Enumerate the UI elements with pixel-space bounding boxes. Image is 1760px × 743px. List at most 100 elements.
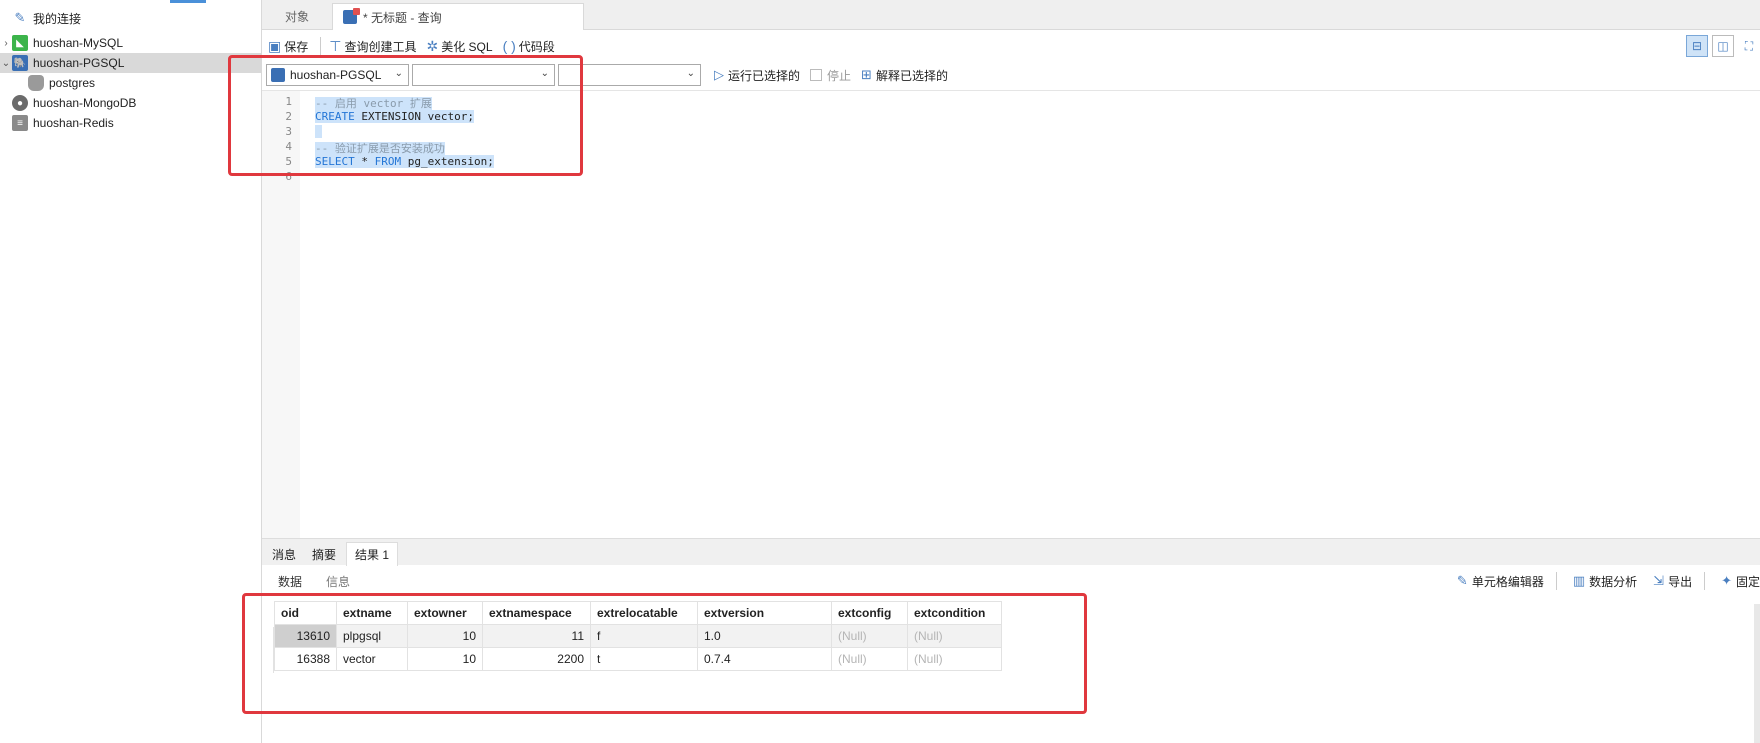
table-cell[interactable]: 2200 bbox=[482, 647, 591, 671]
sidebar-item-label: huoshan-Redis bbox=[33, 116, 114, 130]
column-header-oid[interactable]: oid bbox=[274, 601, 337, 625]
tab-bar: 对象 * 无标题 - 查询 bbox=[262, 0, 1760, 30]
subtab-info[interactable]: 信息 bbox=[326, 573, 350, 590]
export-button[interactable]: ⇲ 导出 bbox=[1653, 573, 1692, 590]
beautify-sql-button[interactable]: ✲ 美化 SQL bbox=[426, 38, 492, 55]
grid-scrollbar[interactable] bbox=[1754, 604, 1760, 743]
analysis-icon: ▥ bbox=[1572, 573, 1586, 588]
column-header-extversion[interactable]: extversion bbox=[697, 601, 832, 625]
sql-text: EXTENSION vector; bbox=[354, 110, 474, 123]
code-line[interactable]: -- 验证扩展是否安装成功 bbox=[315, 140, 445, 156]
table-cell[interactable]: 13610 bbox=[274, 624, 337, 648]
column-header-extcondition[interactable]: extcondition bbox=[907, 601, 1002, 625]
stop-button[interactable]: 停止 bbox=[810, 67, 851, 84]
subtab-data[interactable]: 数据 bbox=[278, 573, 302, 590]
run-selected-button[interactable]: ▷ 运行已选择的 bbox=[714, 67, 800, 84]
connections-root[interactable]: ✎ 我的连接 bbox=[0, 8, 262, 28]
query-builder-icon: ⊤ bbox=[329, 37, 342, 54]
table-row[interactable]: 16388 vector 10 2200 t 0.7.4 (Null) (Null) bbox=[274, 647, 1002, 671]
split-vertical-icon[interactable]: ◫ bbox=[1712, 35, 1734, 57]
data-analysis-button[interactable]: ▥ 数据分析 bbox=[1573, 573, 1637, 590]
tab-objects-label: 对象 bbox=[284, 10, 309, 24]
connections-root-label: 我的连接 bbox=[33, 11, 82, 26]
sidebar-scroll-indicator bbox=[170, 0, 206, 3]
code-line[interactable]: SELECT * FROM pg_extension; bbox=[315, 155, 494, 168]
fullscreen-icon[interactable]: ⛶ bbox=[1738, 35, 1760, 57]
column-header-extnamespace[interactable]: extnamespace bbox=[482, 601, 591, 625]
table-cell[interactable]: 11 bbox=[482, 624, 591, 648]
column-header-extconfig[interactable]: extconfig bbox=[831, 601, 908, 625]
sidebar-item-mongodb[interactable]: ● huoshan-MongoDB bbox=[0, 93, 262, 113]
table-cell[interactable]: (Null) bbox=[907, 647, 1002, 671]
table-cell[interactable]: f bbox=[590, 624, 698, 648]
table-cell[interactable]: t bbox=[590, 647, 698, 671]
code-line[interactable] bbox=[315, 125, 322, 138]
plug-icon: ✎ bbox=[14, 10, 26, 25]
pin-button[interactable]: ✦ 固定 bbox=[1721, 573, 1760, 590]
column-header-extname[interactable]: extname bbox=[336, 601, 408, 625]
column-header-extrelocatable[interactable]: extrelocatable bbox=[590, 601, 698, 625]
tab-untitled-query[interactable]: * 无标题 - 查询 bbox=[332, 3, 584, 30]
tab-summary[interactable]: 摘要 bbox=[304, 542, 344, 566]
row-marker[interactable] bbox=[262, 650, 274, 673]
sidebar-item-pgsql[interactable]: ⌄ 🐘 huoshan-PGSQL bbox=[0, 53, 262, 73]
sql-keyword: CREATE bbox=[315, 110, 355, 123]
pin-icon: ✦ bbox=[1721, 573, 1732, 588]
tab-messages[interactable]: 消息 bbox=[264, 542, 304, 566]
save-button[interactable]: ▣ 保存 bbox=[268, 38, 308, 55]
tab-objects[interactable]: 对象 bbox=[262, 3, 332, 30]
connection-sidebar: ✎ 我的连接 › ◣ huoshan-MySQL ⌄ 🐘 huoshan-PGS… bbox=[0, 0, 262, 743]
query-workspace: 对象 * 无标题 - 查询 ▣ 保存 ⊤ 查询创建工具 ✲ 美化 SQL ( )… bbox=[228, 0, 1760, 743]
sidebar-item-redis[interactable]: ≡ huoshan-Redis bbox=[0, 113, 262, 133]
database-select[interactable]: ⌄ bbox=[412, 64, 555, 86]
parentheses-icon: ( ) bbox=[502, 38, 516, 54]
chevron-down-icon[interactable]: ⌄ bbox=[0, 58, 12, 69]
layout-switcher: ⊟ ◫ ⛶ bbox=[1686, 35, 1760, 57]
code-line[interactable]: -- 启用 vector 扩展 bbox=[315, 95, 432, 111]
result-tabs: 消息 摘要 结果 1 bbox=[262, 538, 1760, 566]
table-cell[interactable]: 10 bbox=[407, 647, 483, 671]
table-cell[interactable]: 1.0 bbox=[697, 624, 832, 648]
chevron-down-icon: ⌄ bbox=[394, 68, 403, 79]
column-header-extowner[interactable]: extowner bbox=[407, 601, 483, 625]
split-horizontal-icon[interactable]: ⊟ bbox=[1686, 35, 1708, 57]
schema-select[interactable]: ⌄ bbox=[558, 64, 701, 86]
code-line[interactable]: CREATE EXTENSION vector; bbox=[315, 110, 474, 123]
sidebar-item-mysql[interactable]: › ◣ huoshan-MySQL bbox=[0, 33, 262, 53]
table-cell[interactable]: (Null) bbox=[831, 647, 908, 671]
query-builder-button[interactable]: ⊤ 查询创建工具 bbox=[329, 38, 416, 55]
sidebar-item-label: huoshan-MongoDB bbox=[33, 96, 137, 110]
sidebar-item-label: huoshan-PGSQL bbox=[33, 56, 125, 70]
table-cell[interactable]: (Null) bbox=[907, 624, 1002, 648]
table-cell[interactable]: 0.7.4 bbox=[697, 647, 832, 671]
table-cell[interactable]: plpgsql bbox=[336, 624, 408, 648]
save-icon: ▣ bbox=[268, 37, 282, 54]
chevron-right-icon[interactable]: › bbox=[0, 38, 12, 49]
sql-editor[interactable]: 1 2 3 4 5 6 -- 启用 vector 扩展 CREATE EXTENSION v… bbox=[262, 90, 1760, 539]
table-cell[interactable]: 10 bbox=[407, 624, 483, 648]
export-icon: ⇲ bbox=[1653, 573, 1665, 588]
query-toolbar: ▣ 保存 ⊤ 查询创建工具 ✲ 美化 SQL ( ) 代码段 ⊟ ◫ ⛶ bbox=[262, 31, 1760, 61]
table-row[interactable]: 13610 plpgsql 10 11 f 1.0 (Null) (Null) bbox=[274, 624, 1002, 648]
sql-comment: -- 启用 vector 扩展 bbox=[315, 97, 432, 110]
sql-text bbox=[315, 125, 322, 138]
table-cell[interactable]: vector bbox=[336, 647, 408, 671]
code-snippet-button[interactable]: ( ) 代码段 bbox=[503, 38, 555, 55]
line-number-gutter: 1 2 3 4 5 6 bbox=[262, 91, 300, 539]
line-number: 5 bbox=[285, 155, 292, 168]
line-number: 6 bbox=[285, 170, 292, 183]
database-icon bbox=[28, 75, 44, 91]
tab-result-1[interactable]: 结果 1 bbox=[346, 542, 399, 566]
tools-divider bbox=[1704, 572, 1706, 590]
explain-selected-button[interactable]: ⊞ 解释已选择的 bbox=[861, 67, 948, 84]
connection-select[interactable]: huoshan-PGSQL ⌄ bbox=[266, 64, 409, 86]
sql-text: * bbox=[354, 155, 375, 168]
sql-keyword: SELECT bbox=[315, 155, 355, 168]
table-cell[interactable]: (Null) bbox=[831, 624, 908, 648]
sql-comment: -- 验证扩展是否安装成功 bbox=[315, 142, 445, 155]
cell-editor-button[interactable]: ✎ 单元格编辑器 bbox=[1457, 573, 1544, 590]
sidebar-item-postgres-db[interactable]: postgres bbox=[0, 73, 262, 93]
play-icon: ▷ bbox=[714, 67, 724, 82]
row-marker[interactable] bbox=[262, 627, 274, 650]
table-cell[interactable]: 16388 bbox=[274, 647, 337, 671]
